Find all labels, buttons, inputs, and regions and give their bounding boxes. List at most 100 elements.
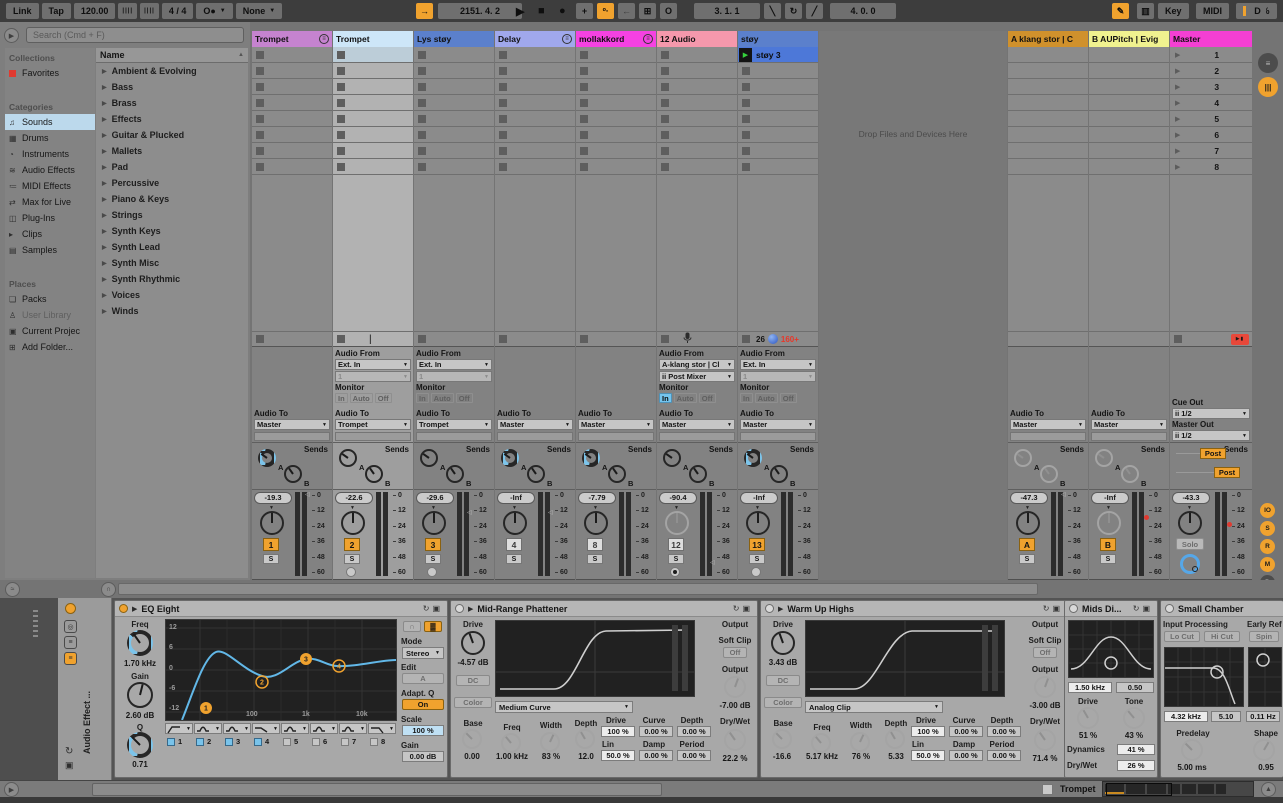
audio-to-select[interactable]: Master▼	[254, 419, 330, 430]
solo-button[interactable]: S	[263, 554, 279, 564]
track-stop-button[interactable]	[418, 335, 426, 343]
monitor-auto-button[interactable]: Auto	[755, 393, 778, 403]
clip-slot[interactable]	[495, 63, 575, 79]
predelay-knob[interactable]	[1181, 739, 1203, 761]
sidebar-category-item[interactable]: ≋ Audio Effects	[5, 162, 95, 178]
sidebar-category-item[interactable]: ⇄ Max for Live	[5, 194, 95, 210]
send-a-knob[interactable]	[582, 449, 600, 467]
mode-select[interactable]: Stereo▼	[402, 647, 444, 659]
volume-knob[interactable]	[1097, 511, 1121, 535]
q-field[interactable]: 0.50	[1116, 682, 1154, 693]
audio-to-select[interactable]: Master▼	[740, 419, 816, 430]
clip-overview-icon[interactable]: |||	[1258, 77, 1278, 97]
scale-field[interactable]: 100 %	[402, 725, 444, 736]
send-b-knob[interactable]	[608, 465, 626, 483]
solo-button[interactable]: S	[1019, 554, 1035, 564]
new-button[interactable]: +	[576, 3, 593, 19]
track-header[interactable]: Delay ≡	[495, 31, 575, 47]
dry-wet-field[interactable]: 26 %	[1117, 760, 1155, 771]
crossfader-icon[interactable]: ≈	[5, 582, 20, 597]
expand-icon[interactable]: ▶	[102, 212, 107, 219]
track-activator-button[interactable]: B	[1100, 538, 1116, 551]
session-record-button[interactable]: º∙	[597, 3, 614, 19]
color-button[interactable]: Color	[764, 697, 802, 708]
rack-activator[interactable]	[65, 603, 76, 614]
sidebar-category-item[interactable]: ◔ Instruments	[5, 146, 95, 162]
volume-knob[interactable]	[584, 511, 608, 535]
track-header[interactable]: støy ≡	[738, 31, 818, 47]
clip-slot[interactable]	[414, 95, 494, 111]
volume-knob[interactable]	[422, 511, 446, 535]
clip-slot[interactable]	[333, 127, 413, 143]
soft-clip-button[interactable]: Off	[1033, 647, 1057, 658]
clip-slot[interactable]	[738, 111, 818, 127]
monitor-off-button[interactable]: Off	[699, 393, 716, 403]
drop-zone[interactable]: Drop Files and Devices Here	[819, 31, 1007, 580]
dynamics-field[interactable]: 41 %	[1117, 744, 1155, 755]
clip-slot[interactable]	[576, 47, 656, 63]
nudge-down-button[interactable]: ||||	[118, 3, 137, 19]
clip-slot[interactable]	[333, 79, 413, 95]
volume-value[interactable]: -47.3	[1010, 492, 1048, 504]
expand-icon[interactable]: ▶	[102, 260, 107, 267]
track-status[interactable]: | 26160+	[738, 331, 818, 347]
clip-slot[interactable]	[576, 95, 656, 111]
audio-to-select[interactable]: Master▼	[659, 419, 735, 430]
device-activator[interactable]	[765, 604, 774, 613]
browser-list-item[interactable]: ▶ Effects	[96, 111, 248, 127]
device-title-bar[interactable]: Small Chamber	[1161, 601, 1283, 617]
scene-play-icon[interactable]: ▶	[1175, 67, 1180, 75]
loop-toggle-button[interactable]: O	[660, 3, 677, 19]
clip-slot[interactable]	[252, 159, 332, 175]
browser-list-item[interactable]: ▶ Strings	[96, 207, 248, 223]
filter-type-select[interactable]: ▼	[339, 723, 367, 734]
eq-display[interactable]: 1 2 3 4 1260-6-12 100 1k 10k	[165, 619, 397, 721]
rack-name[interactable]: Audio Effect ...	[82, 634, 96, 754]
volume-value[interactable]: -90.4	[659, 492, 697, 504]
draw-frame-button[interactable]: ⊞	[639, 3, 656, 19]
monitor-off-button[interactable]: Off	[456, 393, 473, 403]
track-activator-button[interactable]: 1	[263, 538, 279, 551]
audio-from-channel-select[interactable]: 1▼	[335, 371, 411, 382]
soft-clip-button[interactable]: Off	[723, 647, 747, 658]
device-title-bar[interactable]: ▶ Mid-Range Phattener ↻▣	[451, 601, 757, 617]
master-out-select[interactable]: ii 1/2▼	[1172, 430, 1250, 441]
monitor-auto-button[interactable]: Auto	[350, 393, 373, 403]
browser-list-item[interactable]: ▶ Pad	[96, 159, 248, 175]
tempo-field[interactable]: 120.00	[74, 3, 116, 19]
browser-list-item[interactable]: ▶ Percussive	[96, 175, 248, 191]
clip-slot[interactable]	[414, 47, 494, 63]
audio-to-select[interactable]: Master▼	[1010, 419, 1086, 430]
expand-icon[interactable]: ▶	[102, 292, 107, 299]
ws-lin-field[interactable]: 50.0 %	[911, 750, 945, 761]
cue-volume-knob[interactable]	[1180, 554, 1200, 574]
browser-list-item[interactable]: ▶ Synth Rhythmic	[96, 271, 248, 287]
expand-icon[interactable]: ▶	[102, 116, 107, 123]
browser-list-item[interactable]: ▶ Ambient & Evolving	[96, 63, 248, 79]
filter-type-select[interactable]: ▼	[252, 723, 280, 734]
sidebar-place-item[interactable]: ▣ Current Projec	[5, 323, 95, 339]
preview-scrub-bar[interactable]	[118, 583, 1038, 595]
clip-slot[interactable]	[738, 127, 818, 143]
scene-play-icon[interactable]: ▶	[1175, 83, 1180, 91]
track-stop-button[interactable]	[661, 335, 669, 343]
sidebar-place-item[interactable]: ♙ User Library	[5, 307, 95, 323]
hot-swap-save-icons[interactable]: ↻▣	[1133, 604, 1153, 613]
monitor-auto-button[interactable]: Auto	[674, 393, 697, 403]
clip-slot[interactable]	[252, 79, 332, 95]
ws-drive-field[interactable]: 100 %	[911, 726, 945, 737]
volume-value[interactable]: -Inf	[1091, 492, 1129, 504]
clip-slot[interactable]	[738, 143, 818, 159]
expand-icon[interactable]: ▶	[102, 276, 107, 283]
volume-knob[interactable]	[341, 511, 365, 535]
scene[interactable]: ▶ 7	[1170, 143, 1252, 159]
clip-slot[interactable]	[576, 63, 656, 79]
monitor-in-button[interactable]: In	[335, 393, 348, 403]
drive-knob[interactable]	[1077, 707, 1099, 729]
band-enable-checkbox[interactable]	[196, 738, 204, 746]
clip-slot[interactable]	[252, 111, 332, 127]
device-view-handle[interactable]	[33, 610, 38, 638]
send-b-knob[interactable]	[1040, 465, 1058, 483]
scene[interactable]: ▶ 1	[1170, 47, 1252, 63]
filter-type-select[interactable]: ▼	[368, 723, 396, 734]
